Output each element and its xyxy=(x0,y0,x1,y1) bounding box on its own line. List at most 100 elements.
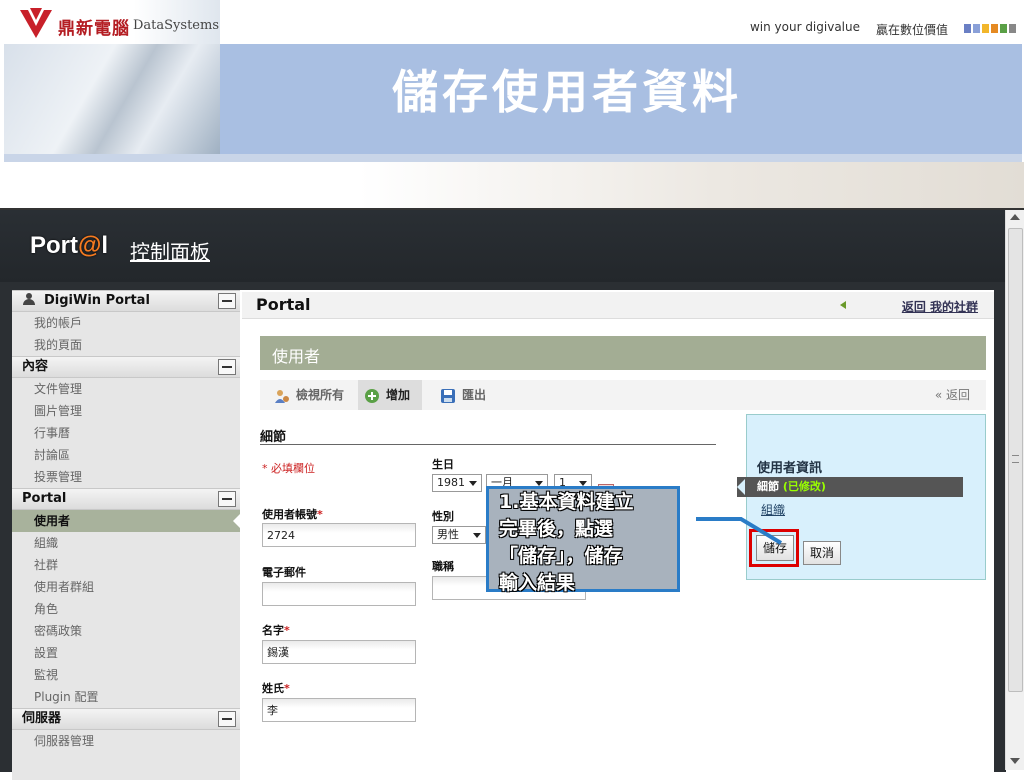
portal-dock: Port@l 控制面板 xyxy=(0,210,1006,282)
sidebar-item-organizations[interactable]: 組織 xyxy=(12,532,240,554)
screen-name-label: 使用者帳號* xyxy=(262,506,323,522)
export-label: 匯出 xyxy=(462,388,487,402)
back-arrow-icon xyxy=(840,301,846,309)
sidebar-item-my-pages[interactable]: 我的頁面 xyxy=(12,334,240,356)
portlet-title: Portal xyxy=(256,295,311,314)
section-title: 伺服器 xyxy=(22,711,62,726)
slogan: win your digivalue xyxy=(749,20,860,34)
brand-square xyxy=(991,24,998,33)
section-title: 內容 xyxy=(22,359,49,374)
section-header: 使用者 xyxy=(260,336,986,370)
banner-strip xyxy=(4,154,1022,162)
view-all-label: 檢視所有 xyxy=(296,388,345,402)
label-text: 名字 xyxy=(262,624,284,637)
gender-select[interactable]: 男性 xyxy=(432,526,486,544)
required-note: * 必填欄位 xyxy=(262,462,315,475)
save-disk-icon xyxy=(441,388,455,403)
add-button[interactable]: 增加 xyxy=(358,380,423,410)
back-to-community-link[interactable]: 返回 我的社群 xyxy=(902,298,978,315)
scroll-thumb[interactable] xyxy=(1008,228,1023,692)
user-info-title: 使用者資訊 xyxy=(757,461,823,476)
collapse-icon[interactable] xyxy=(218,491,236,507)
job-title-label: 職稱 xyxy=(432,560,454,573)
cancel-button[interactable]: 取消 xyxy=(803,541,842,565)
user-info-panel: 使用者資訊 細節 (已修改) 組織 儲存 取消 xyxy=(737,414,986,580)
sidebar-item-polls[interactable]: 投票管理 xyxy=(12,466,240,488)
details-nav-label: 細節 xyxy=(757,480,779,493)
sidebar-item-password-policies[interactable]: 密碼政策 xyxy=(12,620,240,642)
birthday-year-select[interactable]: 1981 xyxy=(432,474,482,492)
required-asterisk: * xyxy=(317,508,323,521)
birthday-label: 生日 xyxy=(432,458,454,471)
label-text: 姓氏 xyxy=(262,682,284,695)
banner-fade xyxy=(0,162,1024,208)
first-name-label: 名字* xyxy=(262,622,290,638)
gender-label: 性別 xyxy=(432,510,454,523)
section-title: Portal xyxy=(22,491,67,506)
sidebar-item-user-groups[interactable]: 使用者群組 xyxy=(12,576,240,598)
first-name-input[interactable]: 錫漢 xyxy=(262,640,416,664)
annotation-callout: 1.基本資料建立 完畢後，點選 「儲存」，儲存 輸入結果 xyxy=(486,486,680,594)
sidebar-item-documents[interactable]: 文件管理 xyxy=(12,378,240,400)
brand-square xyxy=(1000,24,1007,33)
sidebar-section-portal[interactable]: Portal xyxy=(12,488,240,510)
user-icon xyxy=(22,293,36,305)
sidebar-item-roles[interactable]: 角色 xyxy=(12,598,240,620)
scroll-up-icon[interactable] xyxy=(1010,214,1020,220)
brand-square xyxy=(1009,24,1016,33)
sidebar-item-images[interactable]: 圖片管理 xyxy=(12,400,240,422)
collapse-icon[interactable] xyxy=(218,711,236,727)
color-squares xyxy=(964,24,1016,33)
add-icon xyxy=(365,388,379,403)
portal-logo[interactable]: Port@l xyxy=(30,232,108,260)
label-text: 使用者帳號 xyxy=(262,508,317,521)
details-heading: 細節 xyxy=(260,430,287,445)
sidebar-item-monitoring[interactable]: 監視 xyxy=(12,664,240,686)
export-button[interactable]: 匯出 xyxy=(434,380,492,410)
section-title: 使用者 xyxy=(272,347,321,366)
last-name-label: 姓氏* xyxy=(262,680,290,696)
scroll-down-icon[interactable] xyxy=(1010,758,1020,764)
control-panel-link[interactable]: 控制面板 xyxy=(130,236,210,265)
sidebar-item-my-account[interactable]: 我的帳戶 xyxy=(12,312,240,334)
slide-header: 鼎新電腦 DataSystems win your digivalue 贏在數位… xyxy=(0,0,1024,208)
logo-english: DataSystems xyxy=(133,18,219,33)
logo-prefix: Port xyxy=(30,232,78,259)
collapse-icon[interactable] xyxy=(218,359,236,375)
sidebar-item-calendar[interactable]: 行事曆 xyxy=(12,422,240,444)
sidebar-section-content[interactable]: 內容 xyxy=(12,356,240,378)
banner: 鼎新電腦 DataSystems win your digivalue 贏在數位… xyxy=(4,0,1022,162)
staircase-photo xyxy=(4,44,220,154)
vertical-scrollbar[interactable] xyxy=(1005,210,1024,770)
logo-at: @ xyxy=(78,232,102,259)
add-label: 增加 xyxy=(386,388,411,402)
section-title: DigiWin Portal xyxy=(44,293,150,308)
collapse-icon[interactable] xyxy=(218,293,236,309)
sidebar-section-server[interactable]: 伺服器 xyxy=(12,708,240,730)
sidebar-item-users[interactable]: 使用者 xyxy=(12,510,241,532)
save-button[interactable]: 儲存 xyxy=(756,535,795,561)
sidebar-item-plugins[interactable]: Plugin 配置 xyxy=(12,686,240,708)
back-link[interactable]: « 返回 xyxy=(935,380,970,410)
brand-square xyxy=(973,24,980,33)
organizations-link[interactable]: 組織 xyxy=(761,501,785,518)
details-divider xyxy=(260,444,716,445)
logo-chinese: 鼎新電腦 xyxy=(58,19,130,39)
users-icon xyxy=(275,389,289,403)
details-nav-item[interactable]: 細節 (已修改) xyxy=(737,477,963,497)
required-asterisk: * xyxy=(284,682,290,695)
brand-square xyxy=(964,24,971,33)
screen-name-input[interactable]: 2724 xyxy=(262,523,416,547)
sidebar-item-server-admin[interactable]: 伺服器管理 xyxy=(12,730,240,752)
sidebar-item-forums[interactable]: 討論區 xyxy=(12,444,240,466)
annotation-text: 1.基本資料建立 完畢後，點選 「儲存」，儲存 輸入結果 xyxy=(499,491,634,594)
last-name-input[interactable]: 李 xyxy=(262,698,416,722)
sidebar-item-communities[interactable]: 社群 xyxy=(12,554,240,576)
modified-flag: (已修改) xyxy=(782,480,826,493)
view-all-button[interactable]: 檢視所有 xyxy=(268,380,350,410)
email-input[interactable] xyxy=(262,582,416,606)
sidebar-item-settings[interactable]: 設置 xyxy=(12,642,240,664)
sidebar-section-digiwin[interactable]: DigiWin Portal xyxy=(12,290,240,312)
portlet-title-bar: Portal 返回 我的社群 xyxy=(242,292,994,319)
datasystems-logo-icon xyxy=(20,8,52,38)
